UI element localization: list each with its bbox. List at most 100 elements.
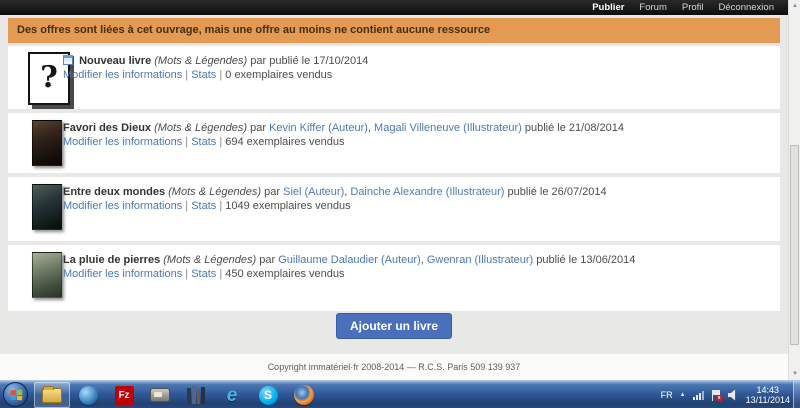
illustrator-link[interactable]: Dainche Alexandre (Illustrateur) xyxy=(350,186,504,198)
modify-info-link[interactable]: Modifier les informations xyxy=(63,136,182,148)
copyright-text: Copyright immatériel·fr 2008-2014 — R.C.… xyxy=(268,362,521,372)
gray-app-taskbar-button[interactable] xyxy=(142,382,178,408)
gray-app-icon xyxy=(150,388,170,402)
modify-info-link[interactable]: Modifier les informations xyxy=(63,69,182,81)
taskbar-icons: Fz e S xyxy=(34,381,322,408)
book-links-line: Modifier les informations | Stats | 0 ex… xyxy=(63,68,770,82)
book-cover-thumbnail[interactable] xyxy=(32,252,62,298)
action-center-flag-icon[interactable]: x xyxy=(711,390,721,401)
book-info: Favori des Dieux (Mots & Légendes) par K… xyxy=(63,121,770,149)
book-title: Entre deux mondes xyxy=(63,186,165,198)
published-date: publié le 13/06/2014 xyxy=(536,254,635,266)
book-title-line: Entre deux mondes (Mots & Légendes) par … xyxy=(63,185,770,199)
sales-count: 450 exemplaires vendus xyxy=(225,268,344,280)
nav-deconnexion[interactable]: Déconnexion xyxy=(719,0,774,15)
scroll-up-icon[interactable]: ▲ xyxy=(789,0,800,12)
book-series: (Mots & Légendes) xyxy=(163,254,256,266)
library-taskbar-button[interactable] xyxy=(178,382,214,408)
author-link[interactable]: Siel (Auteur) xyxy=(283,186,344,198)
modify-info-link[interactable]: Modifier les informations xyxy=(63,200,182,212)
clock[interactable]: 14:43 13/11/2014 xyxy=(746,385,792,405)
error-badge: x xyxy=(716,395,723,402)
byline-par: par xyxy=(264,186,280,198)
book-cover-thumbnail[interactable] xyxy=(32,120,62,166)
scroll-down-icon[interactable]: ▼ xyxy=(789,368,800,380)
illustrator-link[interactable]: Gwenran (Illustrateur) xyxy=(427,254,533,266)
published-date: publié le 26/07/2014 xyxy=(508,186,607,198)
windows-logo-icon xyxy=(10,389,22,400)
book-title-line: La pluie de pierres (Mots & Légendes) pa… xyxy=(63,253,770,267)
language-indicator[interactable]: FR xyxy=(661,390,673,400)
vertical-scrollbar[interactable]: ▲ ▼ xyxy=(788,0,800,380)
book-row-favori-des-dieux: Favori des Dieux (Mots & Légendes) par K… xyxy=(8,113,780,173)
book-row-nouveau-livre: ? Nouveau livre (Mots & Légendes) par pu… xyxy=(8,46,780,109)
desktop-screen: Publier Forum Profil Déconnexion ▲ ▼ Des… xyxy=(0,0,800,408)
tray-expand-icon[interactable]: ▲ xyxy=(680,392,686,398)
book-info: Entre deux mondes (Mots & Légendes) par … xyxy=(63,185,770,213)
start-button[interactable] xyxy=(3,382,28,407)
books-icon xyxy=(187,386,205,404)
network-icon[interactable] xyxy=(693,391,704,400)
firefox-taskbar-button[interactable] xyxy=(286,382,322,408)
skype-taskbar-button[interactable]: S xyxy=(250,382,286,408)
windows-taskbar: Fz e S FR ▲ x xyxy=(0,380,800,408)
byline-par: par xyxy=(250,122,266,134)
book-byline: par publié le 17/10/2014 xyxy=(250,55,368,67)
published-date: publié le 21/08/2014 xyxy=(525,122,624,134)
clock-time: 14:43 xyxy=(746,385,790,395)
globe-icon xyxy=(79,386,98,405)
stats-link[interactable]: Stats xyxy=(191,200,216,212)
book-info: Nouveau livre (Mots & Légendes) par publ… xyxy=(63,54,770,82)
system-tray: FR ▲ x 14:43 13/11/2014 xyxy=(661,381,792,408)
stats-link[interactable]: Stats xyxy=(191,136,216,148)
top-navigation-bar: Publier Forum Profil Déconnexion xyxy=(0,0,788,15)
separator: | xyxy=(185,136,188,148)
show-desktop-button[interactable] xyxy=(793,381,800,408)
add-book-button[interactable]: Ajouter un livre xyxy=(336,313,452,339)
book-title-line: Nouveau livre (Mots & Légendes) par publ… xyxy=(63,54,770,68)
internet-explorer-taskbar-button[interactable]: e xyxy=(214,382,250,408)
windows-explorer-icon xyxy=(42,388,62,403)
firefox-icon xyxy=(294,385,314,405)
explorer-taskbar-button[interactable] xyxy=(34,382,70,408)
book-series: (Mots & Légendes) xyxy=(154,122,247,134)
separator: , xyxy=(368,122,371,134)
book-title: Nouveau livre xyxy=(79,55,151,67)
illustrator-link[interactable]: Magali Villeneuve (Illustrateur) xyxy=(374,122,522,134)
book-series: (Mots & Légendes) xyxy=(168,186,261,198)
separator: , xyxy=(421,254,424,266)
clock-date: 13/11/2014 xyxy=(746,395,790,405)
book-title: La pluie de pierres xyxy=(63,254,160,266)
book-row-entre-deux-mondes: Entre deux mondes (Mots & Légendes) par … xyxy=(8,177,780,241)
stats-link[interactable]: Stats xyxy=(191,268,216,280)
modify-info-link[interactable]: Modifier les informations xyxy=(63,268,182,280)
offers-warning-banner: Des offres sont liées à cet ouvrage, mai… xyxy=(8,18,780,43)
separator: | xyxy=(185,268,188,280)
separator: | xyxy=(219,268,222,280)
separator: , xyxy=(344,186,347,198)
nav-profil[interactable]: Profil xyxy=(682,0,704,15)
book-title: Favori des Dieux xyxy=(63,122,151,134)
nav-forum[interactable]: Forum xyxy=(639,0,666,15)
author-link[interactable]: Guillaume Dalaudier (Auteur) xyxy=(278,254,420,266)
author-link[interactable]: Kevin Kiffer (Auteur) xyxy=(269,122,368,134)
byline-par: par xyxy=(259,254,275,266)
page-footer: Copyright immatériel·fr 2008-2014 — R.C.… xyxy=(0,354,788,380)
book-info: La pluie de pierres (Mots & Légendes) pa… xyxy=(63,253,770,281)
book-links-line: Modifier les informations | Stats | 694 … xyxy=(63,135,770,149)
stats-link[interactable]: Stats xyxy=(191,69,216,81)
book-links-line: Modifier les informations | Stats | 450 … xyxy=(63,267,770,281)
scrollbar-thumb[interactable] xyxy=(790,145,799,345)
separator: | xyxy=(219,200,222,212)
globe-app-taskbar-button[interactable] xyxy=(70,382,106,408)
book-row-la-pluie-de-pierres: La pluie de pierres (Mots & Légendes) pa… xyxy=(8,245,780,311)
nav-publier[interactable]: Publier xyxy=(592,0,624,15)
separator: | xyxy=(219,136,222,148)
separator: | xyxy=(185,69,188,81)
new-book-icon xyxy=(63,55,73,65)
filezilla-taskbar-button[interactable]: Fz xyxy=(106,382,142,408)
sales-count: 1049 exemplaires vendus xyxy=(225,200,350,212)
book-title-line: Favori des Dieux (Mots & Légendes) par K… xyxy=(63,121,770,135)
book-cover-thumbnail[interactable] xyxy=(32,184,62,230)
volume-icon[interactable] xyxy=(728,390,739,401)
